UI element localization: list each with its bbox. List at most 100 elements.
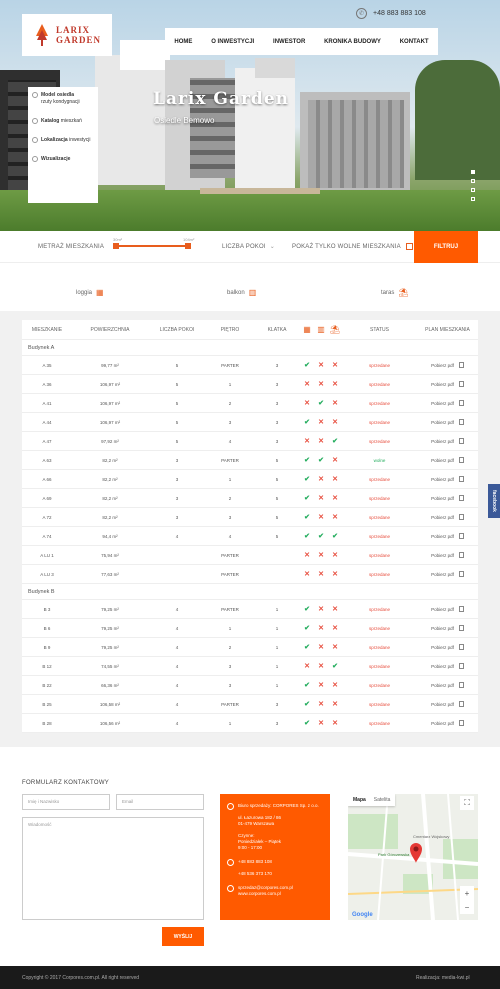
- cell-plan[interactable]: Pobierz pdf: [417, 508, 478, 526]
- email-link[interactable]: sprzedaz@corpores.com.pl: [238, 885, 293, 890]
- name-input[interactable]: Imię i Nazwisko: [22, 794, 110, 810]
- download-pdf-link[interactable]: Pobierz pdf: [431, 363, 454, 368]
- rooms-select[interactable]: LICZBA POKOI ⌄: [222, 243, 275, 251]
- download-pdf-link[interactable]: Pobierz pdf: [431, 553, 454, 558]
- cell-klatka: 5: [275, 457, 279, 463]
- cell-feature: ✕: [328, 565, 342, 583]
- map[interactable]: Mapa Satelita ⛶ Park Górczewska Cmentarz…: [348, 794, 478, 920]
- side-item-katalog[interactable]: Katalog mieszkań: [32, 118, 94, 125]
- download-pdf-link[interactable]: Pobierz pdf: [431, 496, 454, 501]
- cell-plan[interactable]: Pobierz pdf: [417, 638, 478, 656]
- checkbox[interactable]: [405, 243, 413, 250]
- slider-handle-max[interactable]: [185, 243, 191, 249]
- filter-button[interactable]: FILTRUJ: [414, 231, 478, 263]
- phone-contact[interactable]: ✆ +48 883 883 108: [356, 8, 426, 19]
- cell-plan[interactable]: Pobierz pdf: [417, 695, 478, 713]
- cell-plan[interactable]: Pobierz pdf: [417, 565, 478, 583]
- fullscreen-icon[interactable]: ⛶: [460, 796, 474, 810]
- download-pdf-link[interactable]: Pobierz pdf: [431, 721, 454, 726]
- cell-plan[interactable]: Pobierz pdf: [417, 657, 478, 675]
- check-icon: ✔: [304, 457, 310, 464]
- side-item-lokalizacja[interactable]: Lokalizacja inwestycji: [32, 137, 94, 144]
- satellite-tab[interactable]: Satelita: [374, 797, 391, 803]
- table-row[interactable]: B 3 79,25 m² 4 PARTER 1 ✔ ✕ ✕ sprzedane Pobierz p…: [22, 600, 478, 619]
- download-pdf-link[interactable]: Pobierz pdf: [431, 645, 454, 650]
- table-row[interactable]: A 44 106,97 m² 5 3 3 ✔ ✕ ✕ sprzedane Pobierz pdf: [22, 413, 478, 432]
- download-pdf-link[interactable]: Pobierz pdf: [431, 534, 454, 539]
- side-item-model[interactable]: Model osiedla rzuty kondygnacji: [32, 92, 94, 106]
- slider-handle-min[interactable]: [113, 243, 119, 249]
- cell-plan[interactable]: Pobierz pdf: [417, 489, 478, 507]
- table-row[interactable]: A 74 94,4 m² 4 4 5 ✔ ✔ ✔ sprzedane Pobierz pdf: [22, 527, 478, 546]
- slider-dot[interactable]: [471, 170, 475, 174]
- download-pdf-link[interactable]: Pobierz pdf: [431, 664, 454, 669]
- zoom-out-icon[interactable]: −: [465, 903, 470, 912]
- table-row[interactable]: B 9 79,25 m² 4 2 1 ✔ ✕ ✕ sprzedane Pobierz pdf: [22, 638, 478, 657]
- message-input[interactable]: Wiadomość: [22, 817, 204, 920]
- cell-plan[interactable]: Pobierz pdf: [417, 470, 478, 488]
- brand-logo[interactable]: LARIX GARDEN: [22, 14, 112, 56]
- table-row[interactable]: B 12 74,55 m² 4 3 1 ✕ ✕ ✔ sprzedane Pobierz pdf: [22, 657, 478, 676]
- send-button[interactable]: WYŚLIJ: [162, 927, 204, 946]
- slider-dot[interactable]: [471, 197, 475, 201]
- cell-plan[interactable]: Pobierz pdf: [417, 676, 478, 694]
- slider-dot[interactable]: [471, 179, 475, 183]
- cell-plan[interactable]: Pobierz pdf: [417, 356, 478, 374]
- slider-dot[interactable]: [471, 188, 475, 192]
- download-pdf-link[interactable]: Pobierz pdf: [431, 626, 454, 631]
- table-row[interactable]: A LU 3 77,63 m² PARTER ✕ ✕ ✕ sprzedane Pobierz …: [22, 565, 478, 584]
- table-row[interactable]: A 41 106,97 m² 5 2 3 ✕ ✔ ✕ sprzedane Pobierz pdf: [22, 394, 478, 413]
- table-row[interactable]: B 22 66,36 m² 4 3 1 ✔ ✕ ✕ sprzedane Pobierz pdf: [22, 676, 478, 695]
- download-pdf-link[interactable]: Pobierz pdf: [431, 420, 454, 425]
- download-pdf-link[interactable]: Pobierz pdf: [431, 458, 454, 463]
- download-pdf-link[interactable]: Pobierz pdf: [431, 515, 454, 520]
- cell-plan[interactable]: Pobierz pdf: [417, 619, 478, 637]
- download-pdf-link[interactable]: Pobierz pdf: [431, 401, 454, 406]
- cell-plan[interactable]: Pobierz pdf: [417, 600, 478, 618]
- cell-plan[interactable]: Pobierz pdf: [417, 546, 478, 564]
- download-pdf-link[interactable]: Pobierz pdf: [431, 607, 454, 612]
- credit-link[interactable]: Realizacja: media-kwi.pl: [416, 975, 470, 981]
- cell-plan[interactable]: Pobierz pdf: [417, 714, 478, 732]
- cell-plan[interactable]: Pobierz pdf: [417, 394, 478, 412]
- nav-kronika-budowy[interactable]: KRONIKA BUDOWY: [324, 39, 381, 45]
- cell-plan[interactable]: Pobierz pdf: [417, 375, 478, 393]
- table-row[interactable]: A 63 82,2 m² 3 PARTER 5 ✔ ✔ ✕ wolne Pobierz pdf: [22, 451, 478, 470]
- table-row[interactable]: A 35 99,77 m² 5 PARTER 3 ✔ ✕ ✕ sprzedane Pobierz …: [22, 356, 478, 375]
- area-slider[interactable]: 30m² 104m²: [113, 237, 194, 249]
- cell-feature: ✔: [328, 527, 342, 545]
- facebook-tab[interactable]: facebook: [488, 484, 500, 518]
- zoom-in-icon[interactable]: +: [465, 889, 470, 898]
- table-row[interactable]: A 47 97,92 m² 5 4 3 ✕ ✕ ✔ sprzedane Pobierz pdf: [22, 432, 478, 451]
- download-pdf-link[interactable]: Pobierz pdf: [431, 477, 454, 482]
- cross-icon: ✕: [318, 701, 324, 708]
- table-row[interactable]: B 28 106,56 m² 4 1 3 ✔ ✕ ✕ sprzedane Pobierz pdf: [22, 714, 478, 733]
- download-pdf-link[interactable]: Pobierz pdf: [431, 683, 454, 688]
- nav-inwestor[interactable]: INWESTOR: [273, 39, 305, 45]
- cell-feature: ✔: [300, 470, 314, 488]
- table-row[interactable]: A 36 106,97 m² 5 1 3 ✕ ✕ ✕ sprzedane Pobierz pdf: [22, 375, 478, 394]
- nav-o-inwestycji[interactable]: O INWESTYCJI: [211, 39, 254, 45]
- email-input[interactable]: Email: [116, 794, 204, 810]
- download-pdf-link[interactable]: Pobierz pdf: [431, 572, 454, 577]
- cell-plan[interactable]: Pobierz pdf: [417, 432, 478, 450]
- cell-plan[interactable]: Pobierz pdf: [417, 527, 478, 545]
- cell-pietro: 3: [228, 663, 232, 669]
- table-row[interactable]: A 72 82,2 m² 3 3 5 ✔ ✕ ✕ sprzedane Pobierz pdf: [22, 508, 478, 527]
- download-pdf-link[interactable]: Pobierz pdf: [431, 382, 454, 387]
- nav-home[interactable]: HOME: [174, 39, 192, 45]
- www-link[interactable]: www.corpores.com.pl: [238, 891, 281, 896]
- table-row[interactable]: A LU 1 75,94 m² PARTER ✕ ✕ ✕ sprzedane Pobierz …: [22, 546, 478, 565]
- side-item-wizualizacje[interactable]: Wizualizacje: [32, 156, 94, 163]
- download-pdf-link[interactable]: Pobierz pdf: [431, 702, 454, 707]
- cell-plan[interactable]: Pobierz pdf: [417, 413, 478, 431]
- cell-plan[interactable]: Pobierz pdf: [417, 451, 478, 469]
- table-row[interactable]: B 6 79,25 m² 4 1 1 ✔ ✕ ✕ sprzedane Pobierz pdf: [22, 619, 478, 638]
- table-row[interactable]: A 66 82,2 m² 3 1 5 ✔ ✕ ✕ sprzedane Pobierz pdf: [22, 470, 478, 489]
- table-row[interactable]: B 25 106,58 m² 4 PARTER 3 ✔ ✕ ✕ sprzedane Pobierz…: [22, 695, 478, 714]
- download-pdf-link[interactable]: Pobierz pdf: [431, 439, 454, 444]
- free-only-toggle[interactable]: POKAŻ TYLKO WOLNE MIESZKANIA: [292, 243, 413, 250]
- map-tab[interactable]: Mapa: [353, 797, 366, 803]
- nav-kontakt[interactable]: KONTAKT: [400, 39, 429, 45]
- table-row[interactable]: A 69 82,2 m² 3 2 5 ✔ ✕ ✕ sprzedane Pobierz pdf: [22, 489, 478, 508]
